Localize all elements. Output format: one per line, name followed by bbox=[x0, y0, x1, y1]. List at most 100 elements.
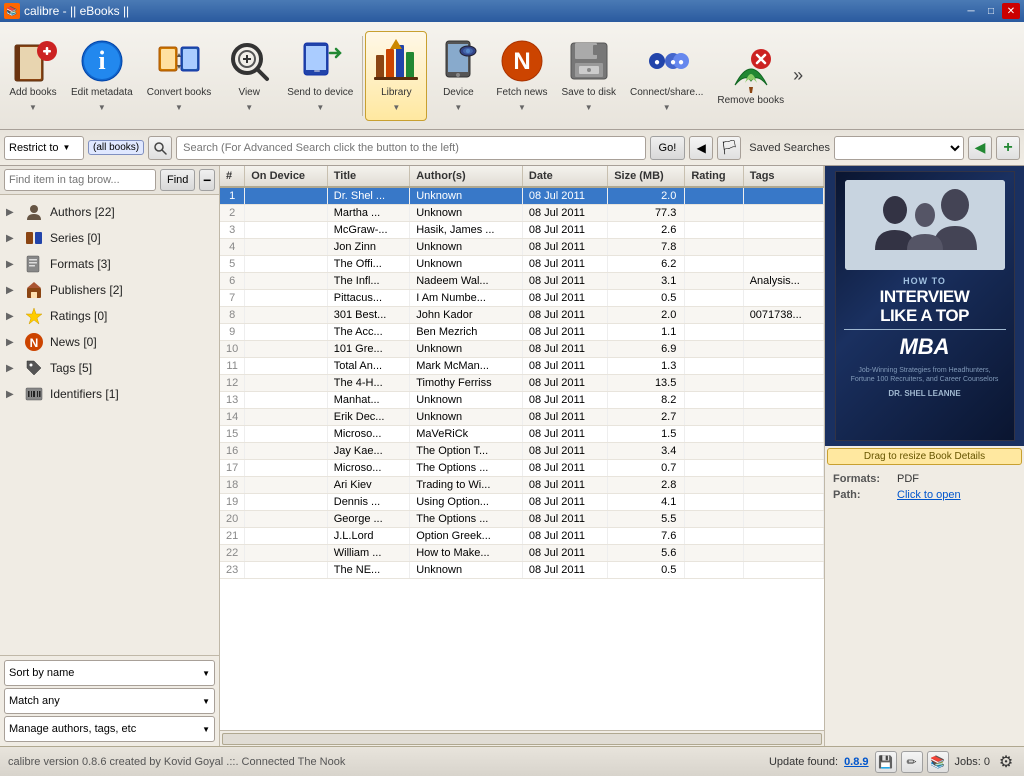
sidebar-item-tags[interactable]: ▶ Tags [5] bbox=[0, 355, 219, 381]
advanced-search-button[interactable] bbox=[148, 136, 172, 160]
book-table-container[interactable]: # On Device Title Author(s) Date Size (M… bbox=[220, 166, 824, 730]
saved-searches-add[interactable]: + bbox=[996, 136, 1020, 160]
table-row[interactable]: 22 William ... How to Make... 08 Jul 201… bbox=[220, 545, 824, 562]
all-books-badge[interactable]: (all books) bbox=[88, 140, 144, 155]
library-button[interactable]: Library ▼ bbox=[365, 31, 427, 121]
table-row[interactable]: 2 Martha ... Unknown 08 Jul 2011 77.3 bbox=[220, 205, 824, 222]
library-arrow[interactable]: ▼ bbox=[390, 101, 402, 114]
view-arrow[interactable]: ▼ bbox=[243, 101, 255, 114]
more-button[interactable]: » bbox=[791, 63, 805, 88]
col-size[interactable]: Size (MB) bbox=[608, 166, 685, 187]
add-books-arrow[interactable]: ▼ bbox=[27, 101, 39, 114]
status-icon-3[interactable]: 📚 bbox=[927, 751, 949, 773]
minimize-button[interactable]: ─ bbox=[962, 3, 980, 19]
sidebar-item-series[interactable]: ▶ Series [0] bbox=[0, 225, 219, 251]
sidebar-item-identifiers[interactable]: ▶ Identifiers [1] bbox=[0, 381, 219, 407]
search-flag-button[interactable]: 🏳 bbox=[717, 136, 741, 160]
table-row[interactable]: 3 McGraw-... Hasik, James ... 08 Jul 201… bbox=[220, 222, 824, 239]
table-row[interactable]: 8 301 Best... John Kador 08 Jul 2011 2.0… bbox=[220, 307, 824, 324]
add-books-button[interactable]: Add books ▼ bbox=[2, 31, 64, 121]
table-row[interactable]: 15 Microso... MaVeRiCk 08 Jul 2011 1.5 bbox=[220, 426, 824, 443]
col-num[interactable]: # bbox=[220, 166, 245, 187]
connect-share-arrow[interactable]: ▼ bbox=[661, 101, 673, 114]
book-cover-image bbox=[845, 180, 1005, 270]
row-num: 17 bbox=[220, 460, 245, 477]
connect-share-button[interactable]: ● ● ● Connect/share... ▼ bbox=[623, 31, 710, 121]
collapse-button[interactable]: − bbox=[199, 169, 215, 191]
sidebar-item-formats[interactable]: ▶ Formats [3] bbox=[0, 251, 219, 277]
save-to-disk-arrow[interactable]: ▼ bbox=[583, 101, 595, 114]
sidebar-item-ratings[interactable]: ▶ Ratings [0] bbox=[0, 303, 219, 329]
restrict-to-dropdown[interactable]: Restrict to ▼ bbox=[4, 136, 84, 160]
table-row[interactable]: 21 J.L.Lord Option Greek... 08 Jul 2011 … bbox=[220, 528, 824, 545]
edit-metadata-arrow[interactable]: ▼ bbox=[96, 101, 108, 114]
sort-by-dropdown[interactable]: Sort by name ▼ bbox=[4, 660, 215, 686]
table-row[interactable]: 5 The Offi... Unknown 08 Jul 2011 6.2 bbox=[220, 256, 824, 273]
col-date[interactable]: Date bbox=[522, 166, 607, 187]
convert-books-button[interactable]: Convert books ▼ bbox=[140, 31, 218, 121]
table-row[interactable]: 12 The 4-H... Timothy Ferriss 08 Jul 201… bbox=[220, 375, 824, 392]
col-date-cell: 08 Jul 2011 bbox=[522, 460, 607, 477]
horizontal-scrollbar[interactable] bbox=[222, 733, 822, 745]
table-row[interactable]: 9 The Acc... Ben Mezrich 08 Jul 2011 1.1 bbox=[220, 324, 824, 341]
drag-resize-bar[interactable]: Drag to resize Book Details bbox=[827, 448, 1022, 465]
table-row[interactable]: 17 Microso... The Options ... 08 Jul 201… bbox=[220, 460, 824, 477]
sidebar-item-publishers[interactable]: ▶ Publishers [2] bbox=[0, 277, 219, 303]
update-version[interactable]: 0.8.9 bbox=[844, 756, 868, 768]
fetch-news-button[interactable]: N Fetch news ▼ bbox=[489, 31, 554, 121]
table-row[interactable]: 13 Manhat... Unknown 08 Jul 2011 8.2 bbox=[220, 392, 824, 409]
go-button[interactable]: Go! bbox=[650, 136, 686, 160]
status-icon-2[interactable]: ✏ bbox=[901, 751, 923, 773]
header-row: # On Device Title Author(s) Date Size (M… bbox=[220, 166, 824, 187]
table-row[interactable]: 4 Jon Zinn Unknown 08 Jul 2011 7.8 bbox=[220, 239, 824, 256]
remove-books-button[interactable]: Remove books bbox=[710, 31, 791, 121]
col-tags[interactable]: Tags bbox=[743, 166, 823, 187]
saved-searches-dropdown[interactable] bbox=[834, 136, 964, 160]
table-row[interactable]: 14 Erik Dec... Unknown 08 Jul 2011 2.7 bbox=[220, 409, 824, 426]
table-row[interactable]: 11 Total An... Mark McMan... 08 Jul 2011… bbox=[220, 358, 824, 375]
col-size-cell: 6.9 bbox=[608, 341, 685, 358]
edit-metadata-button[interactable]: i Edit metadata ▼ bbox=[64, 31, 140, 121]
table-row[interactable]: 18 Ari Kiev Trading to Wi... 08 Jul 2011… bbox=[220, 477, 824, 494]
table-row[interactable]: 6 The Infl... Nadeem Wal... 08 Jul 2011 … bbox=[220, 273, 824, 290]
row-num: 21 bbox=[220, 528, 245, 545]
send-to-device-button[interactable]: Send to device ▼ bbox=[280, 31, 360, 121]
search-input[interactable] bbox=[176, 136, 645, 160]
col-rating[interactable]: Rating bbox=[685, 166, 743, 187]
path-value[interactable]: Click to open bbox=[897, 489, 961, 501]
saved-searches-back[interactable]: ◀ bbox=[968, 136, 992, 160]
send-to-device-arrow[interactable]: ▼ bbox=[314, 101, 326, 114]
table-row[interactable]: 23 The NE... Unknown 08 Jul 2011 0.5 bbox=[220, 562, 824, 579]
view-button[interactable]: View ▼ bbox=[218, 31, 280, 121]
row-num: 9 bbox=[220, 324, 245, 341]
search-back-button[interactable]: ◀ bbox=[689, 136, 713, 160]
col-rating-cell bbox=[685, 426, 743, 443]
manage-dropdown[interactable]: Manage authors, tags, etc ▼ bbox=[4, 716, 215, 742]
match-any-dropdown[interactable]: Match any ▼ bbox=[4, 688, 215, 714]
maximize-button[interactable]: □ bbox=[982, 3, 1000, 19]
title-bar: 📚 calibre - || eBooks || ─ □ ✕ bbox=[0, 0, 1024, 22]
title-bar-controls[interactable]: ─ □ ✕ bbox=[962, 3, 1020, 19]
sidebar-item-authors[interactable]: ▶ Authors [22] bbox=[0, 199, 219, 225]
table-row[interactable]: 7 Pittacus... I Am Numbe... 08 Jul 2011 … bbox=[220, 290, 824, 307]
table-scroll-bottom[interactable] bbox=[220, 730, 824, 746]
col-title[interactable]: Title bbox=[327, 166, 409, 187]
device-arrow[interactable]: ▼ bbox=[452, 101, 464, 114]
table-row[interactable]: 10 101 Gre... Unknown 08 Jul 2011 6.9 bbox=[220, 341, 824, 358]
save-to-disk-button[interactable]: Save to disk ▼ bbox=[555, 31, 623, 121]
col-author[interactable]: Author(s) bbox=[410, 166, 523, 187]
table-row[interactable]: 16 Jay Kae... The Option T... 08 Jul 201… bbox=[220, 443, 824, 460]
device-button[interactable]: Device ▼ bbox=[427, 31, 489, 121]
find-button[interactable]: Find bbox=[160, 169, 195, 191]
table-row[interactable]: 20 George ... The Options ... 08 Jul 201… bbox=[220, 511, 824, 528]
table-row[interactable]: 1 Dr. Shel ... Unknown 08 Jul 2011 2.0 bbox=[220, 187, 824, 205]
fetch-news-arrow[interactable]: ▼ bbox=[516, 101, 528, 114]
col-on-device[interactable]: On Device bbox=[245, 166, 328, 187]
col-title-cell: J.L.Lord bbox=[327, 528, 409, 545]
table-row[interactable]: 19 Dennis ... Using Option... 08 Jul 201… bbox=[220, 494, 824, 511]
close-button[interactable]: ✕ bbox=[1002, 3, 1020, 19]
tag-browser-search-input[interactable] bbox=[4, 169, 156, 191]
sidebar-item-news[interactable]: ▶ N News [0] bbox=[0, 329, 219, 355]
status-icon-1[interactable]: 💾 bbox=[875, 751, 897, 773]
convert-books-arrow[interactable]: ▼ bbox=[173, 101, 185, 114]
